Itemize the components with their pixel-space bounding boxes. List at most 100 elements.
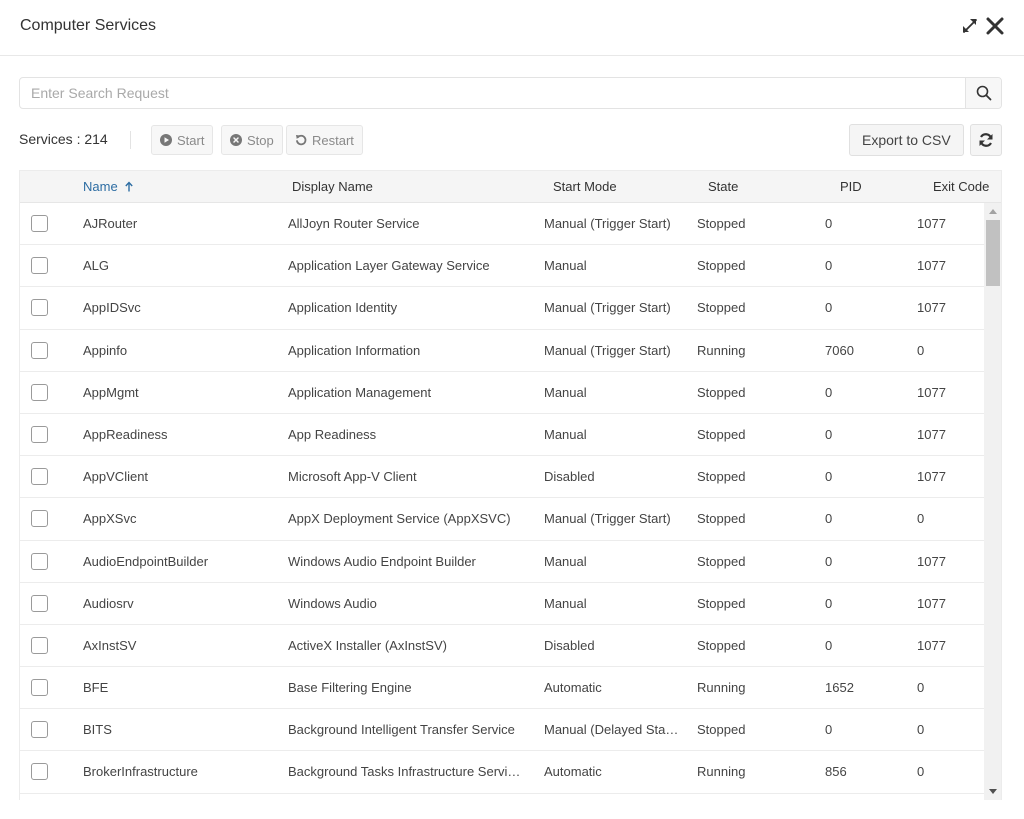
dialog-header: Computer Services xyxy=(0,0,1024,56)
cell-start-mode: Manual xyxy=(544,384,587,400)
search-input[interactable] xyxy=(20,78,965,108)
cell-pid: 0 xyxy=(825,595,833,611)
cell-name: AppReadiness xyxy=(83,426,168,442)
column-name-label: Name xyxy=(83,179,118,194)
export-csv-button[interactable]: Export to CSV xyxy=(849,124,964,156)
scrollbar-thumb[interactable] xyxy=(986,220,1000,286)
table-row[interactable]: AppReadiness App Readiness Manual Stopped 0 1… xyxy=(20,414,984,457)
cell-name: AppVClient xyxy=(83,469,149,485)
row-checkbox[interactable] xyxy=(31,299,48,317)
table-row[interactable]: BrokerInfrastructure Background Tasks Inf… xyxy=(20,751,984,794)
sync-icon xyxy=(979,133,993,147)
cell-display-name: Microsoft App-V Client xyxy=(288,469,417,485)
x-circle-icon xyxy=(230,134,242,146)
column-header-display-name[interactable]: Display Name xyxy=(292,179,373,194)
cell-display-name: Base Filtering Engine xyxy=(288,680,412,696)
row-checkbox[interactable] xyxy=(31,636,48,654)
cell-name: AppXSvc xyxy=(83,511,137,527)
table-row[interactable]: AxInstSV ActiveX Installer (AxInstSV) Disa… xyxy=(20,625,984,668)
expand-arrows-icon xyxy=(963,19,977,33)
column-header-start-mode[interactable]: Start Mode xyxy=(553,179,617,194)
cell-name: AudioEndpointBuilder xyxy=(83,553,209,569)
cell-start-mode: Manual (Trigger Start) xyxy=(544,511,671,527)
row-checkbox[interactable] xyxy=(31,468,48,486)
start-button[interactable]: Start xyxy=(151,125,214,155)
cell-exit-code: 0 xyxy=(917,722,925,738)
cell-exit-code: 1077 xyxy=(917,300,946,316)
cell-state: Stopped xyxy=(697,216,746,231)
row-checkbox[interactable] xyxy=(31,341,48,359)
row-checkbox[interactable] xyxy=(31,257,48,275)
table-row[interactable]: AJRouter AllJoyn Router Service Manual (Tr… xyxy=(20,203,984,246)
cell-start-mode: Automatic xyxy=(544,764,602,780)
column-header-state[interactable]: State xyxy=(708,179,738,194)
cell-start-mode: Manual xyxy=(544,553,587,569)
cell-pid: 0 xyxy=(825,216,833,231)
table-row[interactable]: BITS Background Intelligent Transfer Serv… xyxy=(20,709,984,752)
table-row[interactable]: ALG Application Layer Gateway Service Manu… xyxy=(20,245,984,288)
vertical-scrollbar[interactable] xyxy=(984,203,1001,800)
cell-pid: 1652 xyxy=(825,680,854,696)
table-row[interactable]: AudioEndpointBuilder Windows Audio Endpoi… xyxy=(20,541,984,583)
search-button[interactable] xyxy=(965,78,1001,108)
column-header-pid[interactable]: PID xyxy=(840,179,862,194)
cell-exit-code: 1077 xyxy=(917,553,946,569)
cell-state: Stopped xyxy=(697,258,746,274)
cell-name: BFE xyxy=(83,680,109,696)
cell-display-name: Application Management xyxy=(288,384,432,400)
toolbar-divider xyxy=(130,131,131,149)
cell-name: AppMgmt xyxy=(83,384,139,400)
restart-button[interactable]: Restart xyxy=(286,125,363,155)
cell-state: Running xyxy=(697,342,746,358)
table-row[interactable]: AppIDSvc Application Identity Manual (Trig… xyxy=(20,287,984,330)
close-button[interactable] xyxy=(984,15,1006,37)
cell-exit-code: 1077 xyxy=(917,258,946,274)
magnifier-icon xyxy=(976,85,991,101)
table-row[interactable]: BFE Base Filtering Engine Automatic Running… xyxy=(20,667,984,710)
table-body: AJRouter AllJoyn Router Service Manual (Tr… xyxy=(20,203,984,794)
scroll-up-arrow[interactable] xyxy=(989,209,997,214)
cell-pid: 0 xyxy=(825,511,833,527)
scroll-down-arrow[interactable] xyxy=(989,789,997,794)
cell-exit-code: 1077 xyxy=(917,595,946,611)
cell-state: Stopped xyxy=(697,426,746,442)
cell-name: AJRouter xyxy=(83,216,138,231)
row-checkbox[interactable] xyxy=(31,721,48,739)
row-checkbox[interactable] xyxy=(31,552,48,570)
row-checkbox[interactable] xyxy=(31,763,48,781)
cell-exit-code: 0 xyxy=(917,342,925,358)
cell-name: Audiosrv xyxy=(83,595,134,611)
cell-exit-code: 1077 xyxy=(917,469,946,485)
cell-pid: 0 xyxy=(825,722,833,738)
table-row[interactable]: Audiosrv Windows Audio Manual Stopped 0 1077 xyxy=(20,583,984,625)
table-row[interactable]: AppXSvc AppX Deployment Service (AppXSVC)… xyxy=(20,498,984,541)
cell-state: Stopped xyxy=(697,511,746,527)
cell-name: Appinfo xyxy=(83,342,128,358)
column-header-exit-code[interactable]: Exit Code xyxy=(933,179,989,194)
row-checkbox[interactable] xyxy=(31,383,48,401)
refresh-button[interactable] xyxy=(970,124,1002,156)
table-row[interactable]: AppMgmt Application Management Manual Stopp… xyxy=(20,372,984,414)
cell-start-mode: Manual (Trigger Start) xyxy=(544,300,671,316)
cell-exit-code: 1077 xyxy=(917,216,946,231)
cell-pid: 0 xyxy=(825,469,833,485)
cell-exit-code: 0 xyxy=(917,511,925,527)
cell-pid: 0 xyxy=(825,384,833,400)
table-row[interactable]: AppVClient Microsoft App-V Client Disabled… xyxy=(20,456,984,499)
cell-state: Running xyxy=(697,764,746,780)
cell-name: ALG xyxy=(83,258,110,274)
row-checkbox[interactable] xyxy=(31,510,48,528)
row-checkbox[interactable] xyxy=(31,425,48,443)
cell-start-mode: Manual xyxy=(544,595,587,611)
row-checkbox[interactable] xyxy=(31,594,48,612)
table-row[interactable]: Appinfo Application Information Manual (Tr… xyxy=(20,330,984,372)
row-checkbox[interactable] xyxy=(31,679,48,697)
cell-display-name: AllJoyn Router Service xyxy=(288,216,420,231)
stop-button[interactable]: Stop xyxy=(221,125,283,155)
cell-state: Stopped xyxy=(697,637,746,653)
close-x-icon xyxy=(986,17,1004,35)
row-checkbox[interactable] xyxy=(31,215,48,232)
expand-button[interactable] xyxy=(960,16,980,36)
column-header-name[interactable]: Name xyxy=(83,179,134,194)
cell-pid: 0 xyxy=(825,637,833,653)
